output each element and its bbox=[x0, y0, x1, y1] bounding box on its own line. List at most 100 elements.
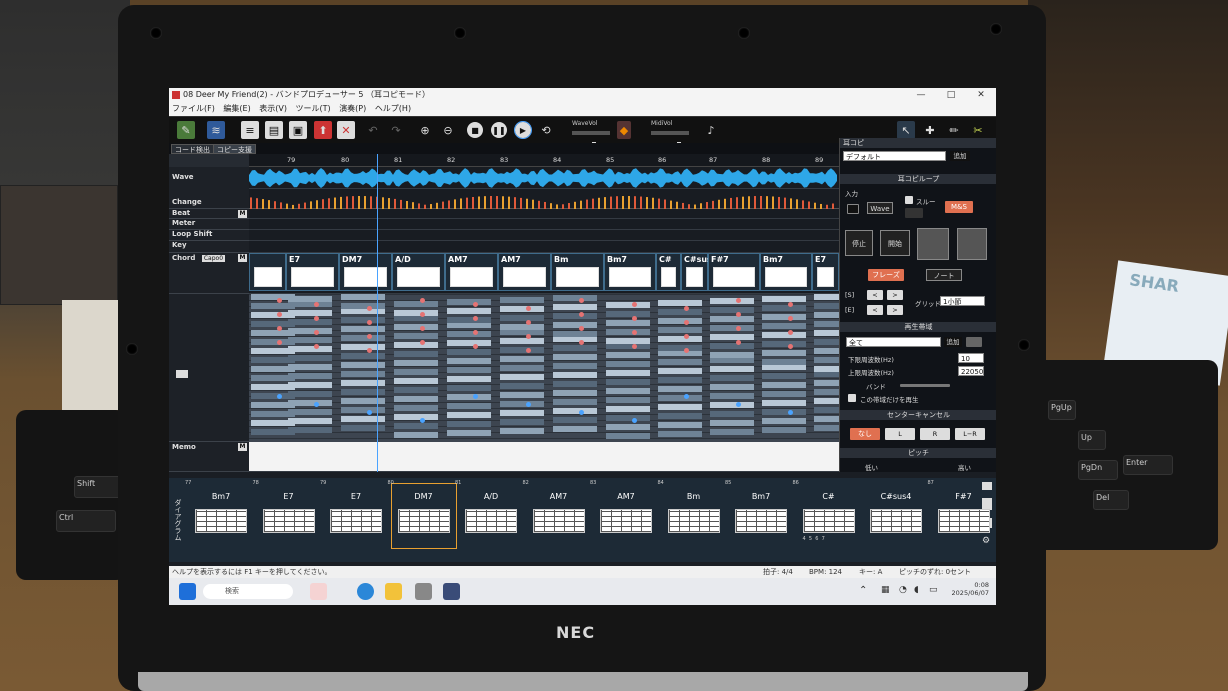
piano-note[interactable] bbox=[553, 399, 597, 405]
piano-note[interactable] bbox=[710, 298, 754, 304]
center-cancel-header[interactable]: センターキャンセル bbox=[840, 410, 996, 420]
piano-note[interactable] bbox=[762, 305, 806, 311]
piano-note[interactable] bbox=[658, 318, 702, 324]
piano-note[interactable] bbox=[606, 379, 650, 385]
piano-note[interactable] bbox=[553, 322, 597, 328]
through-toggle[interactable] bbox=[905, 208, 923, 218]
redo-icon[interactable]: ↷ bbox=[387, 121, 405, 139]
zoom-in-icon[interactable]: ⊕ bbox=[416, 121, 434, 139]
piano-note[interactable] bbox=[606, 361, 650, 367]
piano-note[interactable] bbox=[341, 326, 385, 332]
piano-note[interactable] bbox=[814, 398, 839, 404]
piano-note[interactable] bbox=[553, 304, 597, 310]
piano-note[interactable] bbox=[341, 294, 385, 300]
pen-tool-icon[interactable]: ✏ bbox=[945, 121, 963, 139]
piano-note[interactable] bbox=[762, 296, 806, 302]
clock[interactable]: 0:08 2025/06/07 bbox=[949, 581, 989, 597]
list-icon[interactable]: ≡ bbox=[241, 121, 259, 139]
pause-icon[interactable]: ❚❚ bbox=[491, 122, 507, 138]
band-add-button[interactable]: 追加 bbox=[944, 337, 962, 347]
piano-note[interactable] bbox=[288, 337, 332, 343]
piano-note[interactable] bbox=[553, 372, 597, 378]
piano-note[interactable] bbox=[394, 324, 438, 330]
piano-note[interactable] bbox=[288, 427, 332, 433]
midi-vol-slider[interactable] bbox=[651, 131, 689, 152]
minimize-button[interactable]: — bbox=[906, 88, 936, 102]
piano-note[interactable] bbox=[288, 400, 332, 406]
piano-note[interactable] bbox=[288, 382, 332, 388]
input-checkbox[interactable] bbox=[847, 204, 859, 214]
piano-note[interactable] bbox=[288, 319, 332, 325]
piano-note[interactable] bbox=[710, 325, 754, 331]
piano-note[interactable] bbox=[341, 416, 385, 422]
menu-view[interactable]: 表示(V) bbox=[259, 104, 287, 113]
piano-note[interactable] bbox=[553, 354, 597, 360]
chord-cell[interactable]: Bm7 bbox=[604, 253, 656, 291]
piano-note[interactable] bbox=[394, 360, 438, 366]
capo-select[interactable]: Capo0 bbox=[201, 255, 226, 262]
chord-mute-button[interactable]: M bbox=[238, 254, 247, 262]
piano-note[interactable] bbox=[710, 384, 754, 390]
piano-note[interactable] bbox=[710, 366, 754, 372]
start-prev-button[interactable]: < bbox=[867, 290, 883, 300]
piano-note[interactable] bbox=[447, 308, 491, 314]
piano-note[interactable] bbox=[710, 375, 754, 381]
piano-note[interactable] bbox=[606, 424, 650, 430]
end-next-button[interactable]: > bbox=[887, 305, 903, 315]
piano-note[interactable] bbox=[447, 394, 491, 400]
meter-lane[interactable] bbox=[249, 219, 839, 230]
keyboard-icon[interactable] bbox=[176, 370, 188, 378]
piano-note[interactable] bbox=[658, 422, 702, 428]
piano-note[interactable] bbox=[710, 420, 754, 426]
piano-note[interactable] bbox=[710, 411, 754, 417]
store-icon[interactable] bbox=[415, 583, 432, 600]
piano-note[interactable] bbox=[658, 395, 702, 401]
piano-note[interactable] bbox=[710, 402, 754, 408]
piano-note[interactable] bbox=[762, 382, 806, 388]
piano-note[interactable] bbox=[394, 301, 438, 307]
sheet-icon[interactable]: ▤ bbox=[265, 121, 283, 139]
start-loop-button[interactable]: 開始 bbox=[880, 230, 910, 256]
key-lane[interactable] bbox=[249, 241, 839, 253]
piano-note[interactable] bbox=[500, 428, 544, 434]
piano-note[interactable] bbox=[288, 355, 332, 361]
piano-note[interactable] bbox=[658, 386, 702, 392]
piano-note[interactable] bbox=[814, 330, 839, 336]
piano-note[interactable] bbox=[814, 366, 839, 372]
loop-slot-a[interactable] bbox=[917, 228, 949, 260]
band-producer-icon[interactable] bbox=[443, 583, 460, 600]
diagram-chord[interactable]: 86 C# 4 5 6 7 bbox=[793, 480, 861, 548]
center-none-button[interactable]: なし bbox=[850, 428, 880, 440]
piano-note[interactable] bbox=[814, 339, 839, 345]
low-freq-input[interactable]: 10 bbox=[958, 353, 984, 363]
piano-note[interactable] bbox=[710, 334, 754, 340]
piano-note[interactable] bbox=[814, 416, 839, 422]
export-icon[interactable]: ⬆ bbox=[314, 121, 332, 139]
maximize-button[interactable]: □ bbox=[936, 88, 966, 102]
piano-note[interactable] bbox=[658, 404, 702, 410]
menu-tools[interactable]: ツール(T) bbox=[296, 104, 331, 113]
start-icon[interactable] bbox=[179, 583, 196, 600]
piano-note[interactable] bbox=[500, 365, 544, 371]
beat-mute-button[interactable]: M bbox=[238, 210, 247, 218]
piano-note[interactable] bbox=[500, 306, 544, 312]
center-left-button[interactable]: L bbox=[885, 428, 915, 440]
menu-file[interactable]: ファイル(F) bbox=[172, 104, 215, 113]
piano-note[interactable] bbox=[814, 303, 839, 309]
piano-note[interactable] bbox=[814, 389, 839, 395]
chord-lane[interactable]: E7 DM7 A/D AM7 AM7 Bm Bm7 C# C#sus4 F#7 Bm7 E7 bbox=[249, 253, 839, 294]
diagram-chord[interactable]: 84 Bm bbox=[658, 480, 726, 548]
piano-note[interactable] bbox=[500, 347, 544, 353]
piano-note[interactable] bbox=[710, 393, 754, 399]
piano-note[interactable] bbox=[606, 302, 650, 308]
widget-icon[interactable] bbox=[310, 583, 327, 600]
piano-note[interactable] bbox=[553, 381, 597, 387]
select-cursor-icon[interactable]: ↖ bbox=[897, 121, 915, 139]
piano-note[interactable] bbox=[606, 433, 650, 439]
diagram-chord[interactable]: 79 E7 bbox=[320, 480, 388, 548]
piano-note[interactable] bbox=[500, 410, 544, 416]
metronome-icon[interactable]: ♪ bbox=[702, 121, 720, 139]
piano-note[interactable] bbox=[814, 425, 839, 431]
piano-note[interactable] bbox=[762, 409, 806, 415]
piano-note[interactable] bbox=[553, 417, 597, 423]
